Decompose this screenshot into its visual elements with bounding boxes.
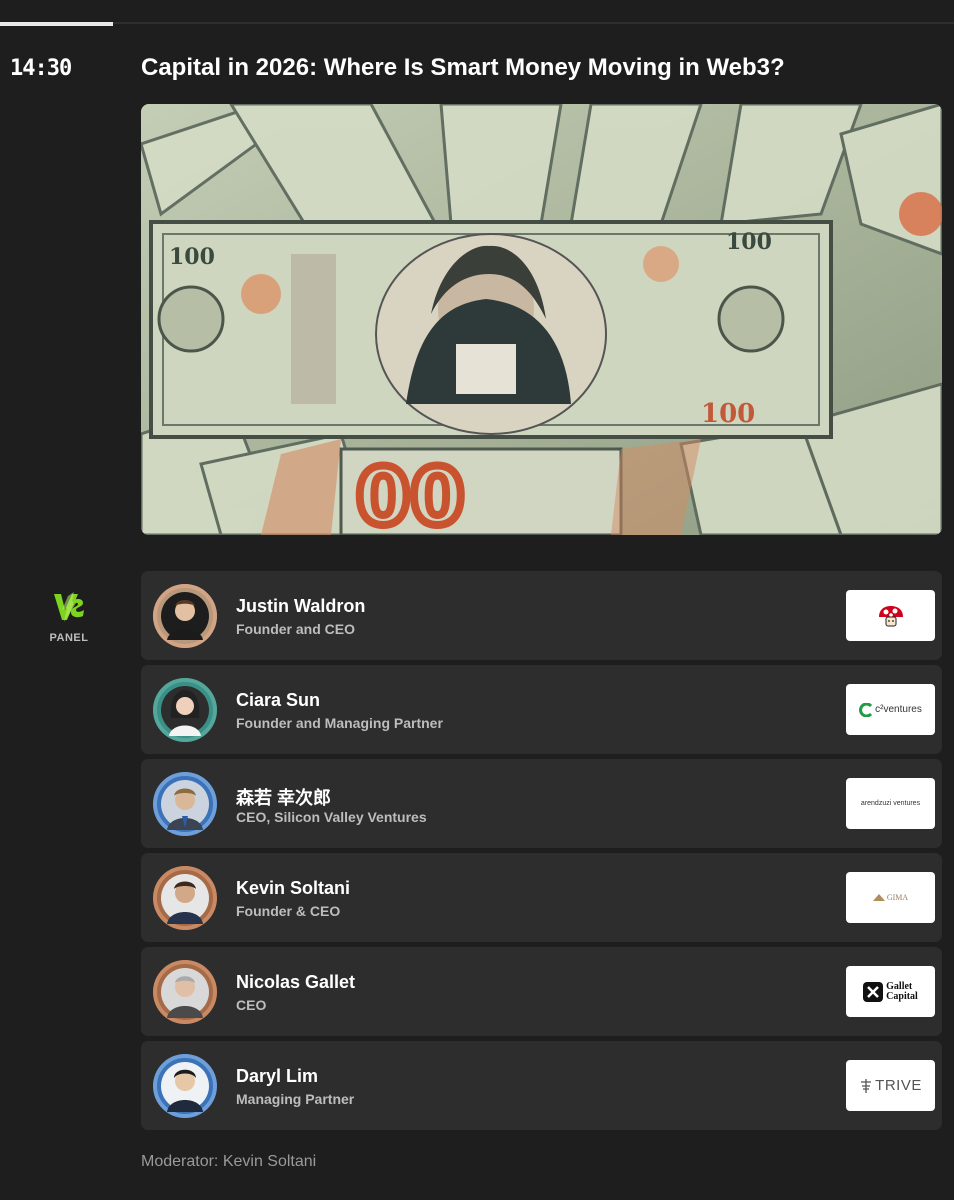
gima-logo-icon	[872, 893, 885, 901]
speaker-list: Justin Waldron Founder and CEO Ciara Sun	[141, 571, 942, 1135]
speaker-name: 森若 幸次郎	[236, 788, 332, 808]
session-title: Capital in 2026: Where Is Smart Money Mo…	[141, 54, 785, 81]
avatar	[153, 678, 217, 742]
logo-text-line: Gallet	[886, 980, 913, 992]
company-logo[interactable]	[846, 590, 935, 641]
logo-text: Gallet Capital	[886, 980, 918, 1002]
session-progress-bar	[0, 22, 113, 26]
progress-track	[0, 22, 954, 24]
moderator-name: Kevin Soltani	[222, 1153, 317, 1170]
speaker-name: Ciara Sun	[236, 690, 321, 710]
moderator-line: Moderator: Kevin Soltani	[141, 1153, 316, 1171]
company-logo[interactable]: arendzuzi ventures	[846, 778, 935, 829]
session-time: 14:30	[10, 56, 72, 81]
speaker-name: Daryl Lim	[236, 1066, 319, 1086]
speaker-card[interactable]: Kevin Soltani Founder & CEO GIMA	[141, 853, 942, 942]
speaker-role: Founder & CEO	[236, 903, 341, 919]
svg-text:100: 100	[701, 399, 755, 429]
logo-text: c²ventures	[875, 704, 922, 715]
speaker-card[interactable]: Justin Waldron Founder and CEO	[141, 571, 942, 660]
vs-icon	[54, 592, 84, 622]
svg-text:100: 100	[169, 244, 215, 270]
speaker-card[interactable]: Nicolas Gallet CEO Gallet Capital	[141, 947, 942, 1036]
hero-image: 100 100 100 00	[141, 104, 942, 535]
speaker-card[interactable]: Daryl Lim Managing Partner TRIVE	[141, 1041, 942, 1130]
logo-text-line: Capital	[886, 990, 918, 1002]
avatar	[153, 866, 217, 930]
company-logo[interactable]: c²ventures	[846, 684, 935, 735]
ventures-logo-icon: arendzuzi ventures	[860, 800, 921, 807]
mushroom-logo-icon	[878, 605, 903, 626]
avatar	[153, 960, 217, 1024]
avatar	[153, 584, 217, 648]
speaker-role: Founder and CEO	[236, 621, 355, 637]
svg-text:00: 00	[356, 453, 465, 535]
session-type-label: PANEL	[49, 632, 89, 644]
speaker-card[interactable]: 森若 幸次郎 CEO, Silicon Valley Ventures aren…	[141, 759, 942, 848]
speaker-card[interactable]: Ciara Sun Founder and Managing Partner c…	[141, 665, 942, 754]
logo-text: GIMA	[886, 893, 909, 902]
logo-text: TRIVE	[875, 1077, 922, 1094]
speaker-name: Kevin Soltani	[236, 878, 351, 898]
speaker-role: Founder and Managing Partner	[236, 715, 443, 731]
trive-logo-icon	[861, 1078, 872, 1093]
company-logo[interactable]: TRIVE	[846, 1060, 935, 1111]
company-logo[interactable]: Gallet Capital	[846, 966, 935, 1017]
moderator-label: Moderator:	[141, 1153, 219, 1170]
money-banknotes-image: 100 100 100 00	[141, 104, 942, 535]
c2-ventures-logo-icon	[859, 702, 873, 717]
speaker-name: Nicolas Gallet	[236, 972, 356, 992]
speaker-name: Justin Waldron	[236, 596, 366, 616]
speaker-role: CEO, Silicon Valley Ventures	[236, 809, 427, 825]
avatar	[153, 1054, 217, 1118]
svg-text:100: 100	[726, 229, 772, 255]
company-logo[interactable]: GIMA	[846, 872, 935, 923]
session-type-badge: PANEL	[40, 590, 98, 644]
speaker-role: Managing Partner	[236, 1091, 355, 1107]
avatar	[153, 772, 217, 836]
speaker-role: CEO	[236, 997, 267, 1013]
gallet-capital-logo-icon	[863, 981, 884, 1002]
